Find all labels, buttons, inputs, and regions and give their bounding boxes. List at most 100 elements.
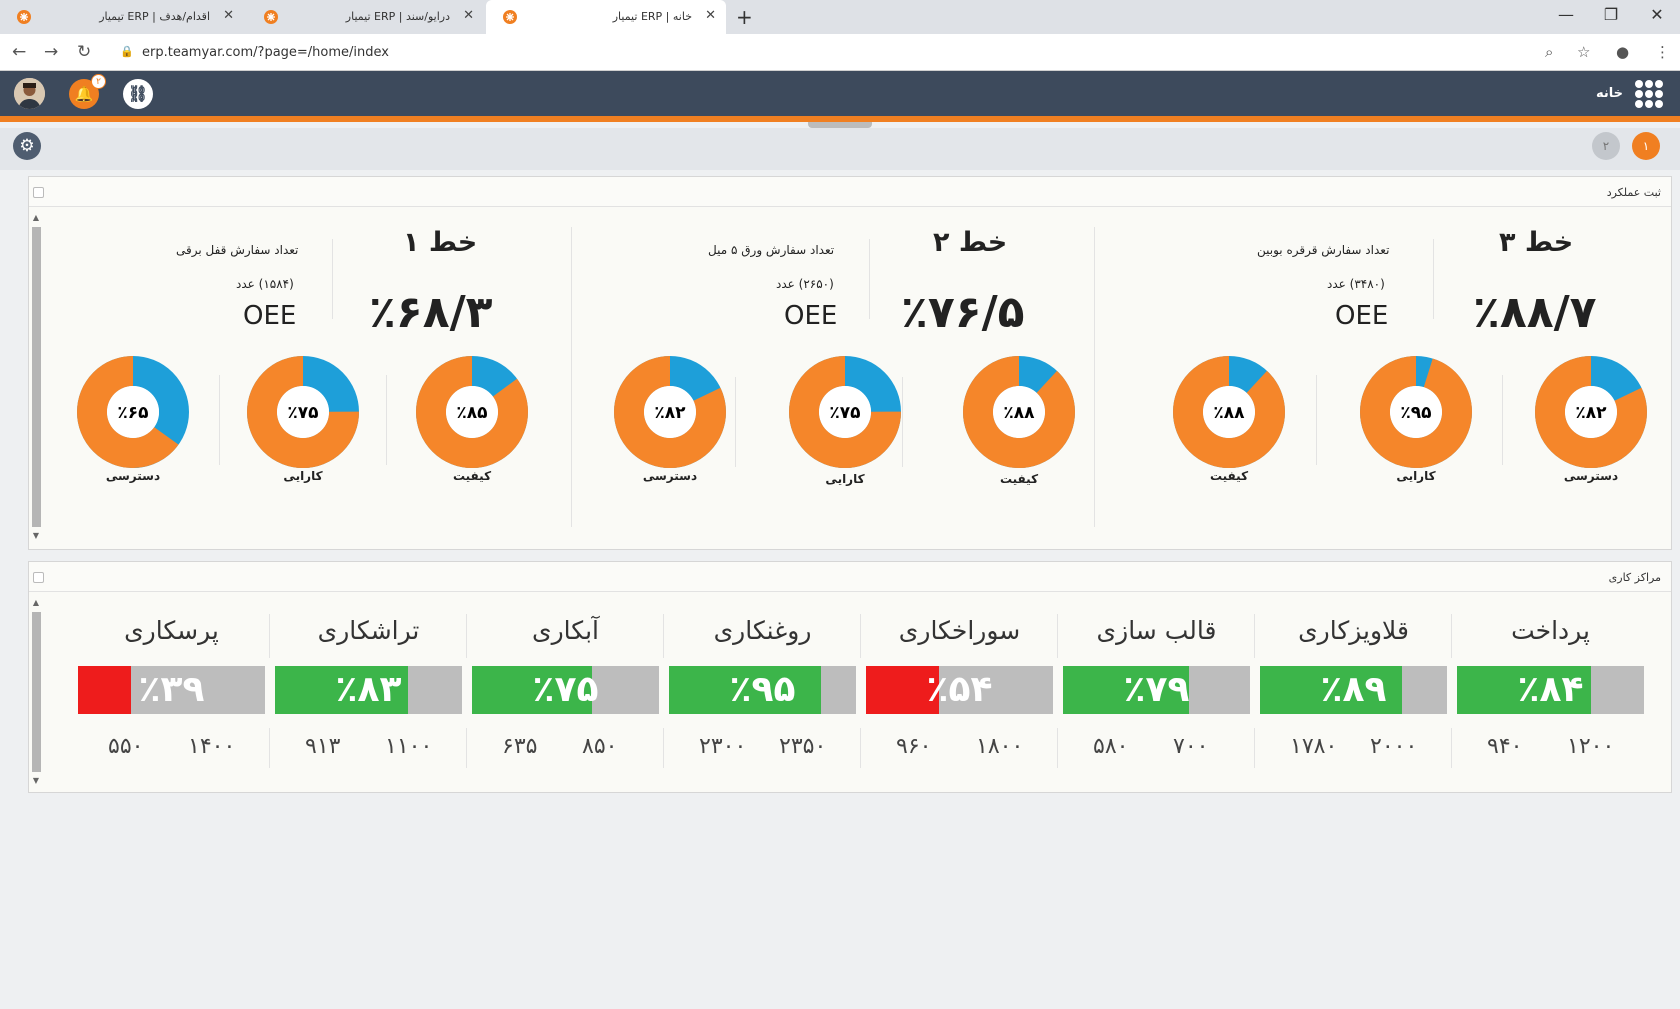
star-icon[interactable]: ☆ (1577, 43, 1590, 61)
work-center-actual: ۹۴۰ (1487, 734, 1523, 759)
work-center-progress-bar[interactable]: ٪۸۳ (275, 666, 462, 714)
work-center-progress-bar[interactable]: ٪۵۴ (866, 666, 1053, 714)
line-title: خط ۳ (1499, 227, 1574, 258)
divider (1057, 614, 1058, 658)
tab-title: درایو/سند | ERP تیمیار (345, 10, 450, 23)
work-center-target: ۱۲۰۰ (1567, 734, 1615, 759)
work-center-progress-bar[interactable]: ٪۳۹ (78, 666, 265, 714)
donut-value-label: ٪۶۵ (117, 403, 148, 423)
back-arrow-icon[interactable]: ← (12, 42, 26, 62)
browser-tab[interactable]: درایو/سند | ERP تیمیار ✕ (247, 0, 484, 34)
divider (571, 227, 572, 527)
scroll-down-arrow-icon[interactable]: ▼ (30, 531, 42, 540)
gear-icon[interactable]: ⚙ (13, 132, 41, 160)
dashboard-page-1-button[interactable]: ۱ (1632, 132, 1660, 160)
work-center-name: قلاویزکاری (1298, 616, 1409, 645)
work-center-target: ۲۰۰۰ (1370, 734, 1418, 759)
scrollbar[interactable]: ▲ ▼ (30, 213, 42, 543)
close-window-button[interactable]: ✕ (1642, 5, 1672, 24)
order-label: تعداد سفارش ورق ۵ میل (708, 243, 835, 257)
panel-select-checkbox[interactable] (33, 572, 44, 583)
work-center-actual: ۵۸۰ (1093, 734, 1129, 759)
donut-chart: ٪۷۵ (789, 356, 901, 468)
restore-button[interactable]: ❐ (1596, 5, 1626, 24)
work-center-name: پرسکاری (124, 616, 219, 645)
divider (1254, 728, 1255, 768)
work-center-progress-bar[interactable]: ٪۹۵ (669, 666, 856, 714)
donut-value-label: ٪۸۸ (1003, 403, 1035, 423)
divider (1451, 728, 1452, 768)
oee-label: OEE (1335, 301, 1389, 331)
donut-metric-label: کیفیت (999, 472, 1039, 486)
work-center-actual: ۹۶۰ (896, 734, 932, 759)
oee-label: OEE (243, 301, 297, 331)
lock-icon: 🔒 (120, 45, 134, 58)
order-count: (۲۶۵۰) عدد (776, 277, 834, 291)
donut-metric-label: کارایی (825, 472, 865, 486)
scroll-thumb[interactable] (32, 227, 41, 527)
zoom-icon[interactable]: ⌕ (1545, 43, 1553, 61)
donut-metric-label: کیفیت (452, 469, 492, 483)
home-label[interactable]: خانه (1596, 86, 1623, 101)
work-center-progress-bar[interactable]: ٪۷۹ (1063, 666, 1250, 714)
donut-metric-label: دسترسی (1563, 469, 1619, 483)
reload-icon[interactable]: ↻ (77, 42, 91, 62)
work-centers-panel: مراکز کاری ▲ ▼ پرداخت ٪۸۴ ۱۲۰۰ ۹۴۰ قلاویزکار… (28, 561, 1672, 793)
donut-metric-label: کارایی (1396, 469, 1436, 483)
work-center-progress-bar[interactable]: ٪۸۴ (1457, 666, 1644, 714)
work-center-percent: ٪۷۵ (532, 669, 599, 710)
scroll-down-arrow-icon[interactable]: ▼ (30, 776, 42, 785)
forward-arrow-icon[interactable]: → (44, 42, 58, 62)
close-tab-icon[interactable]: ✕ (705, 8, 716, 23)
work-center-name: آبکاری (532, 616, 599, 645)
browser-tab-active[interactable]: خانه | ERP تیمیار ✕ (486, 0, 726, 34)
profile-icon[interactable]: ● (1616, 43, 1629, 61)
donut-metric-label: دسترسی (642, 469, 698, 483)
divider (1057, 728, 1058, 768)
panel-select-checkbox[interactable] (33, 187, 44, 198)
donut-chart: ٪۸۸ (1173, 356, 1285, 468)
tab-title: خانه | ERP تیمیار (612, 10, 692, 23)
teamyar-logo-icon (503, 10, 517, 24)
donut-value-label: ٪۷۵ (287, 403, 318, 423)
work-center-progress-bar[interactable]: ٪۸۹ (1260, 666, 1447, 714)
line-title: خط ۲ (933, 227, 1008, 258)
browser-tab[interactable]: اقدام/هدف | ERP تیمیار ✕ (0, 0, 244, 34)
divider (1316, 375, 1317, 465)
scroll-thumb[interactable] (32, 612, 41, 772)
scroll-up-arrow-icon[interactable]: ▲ (30, 598, 42, 607)
divider (466, 728, 467, 768)
donut-value-label: ٪۷۵ (829, 403, 860, 423)
menu-dots-icon[interactable]: ⋮ (1655, 43, 1670, 61)
divider (386, 375, 387, 465)
divider (902, 377, 903, 467)
close-tab-icon[interactable]: ✕ (223, 8, 234, 23)
minimize-button[interactable]: — (1551, 5, 1581, 24)
divider (1502, 375, 1503, 465)
order-label: تعداد سفارش قفل برقی (176, 243, 299, 257)
new-tab-button[interactable]: + (736, 5, 753, 29)
divider (869, 239, 870, 319)
divider (1451, 614, 1452, 658)
scroll-up-arrow-icon[interactable]: ▲ (30, 213, 42, 222)
work-center-actual: ۹۱۳ (305, 734, 341, 759)
donut-chart: ٪۸۲ (614, 356, 726, 468)
close-tab-icon[interactable]: ✕ (463, 8, 474, 23)
dashboard-page-2-button[interactable]: ۲ (1592, 132, 1620, 160)
divider (466, 614, 467, 658)
work-center-target: ۱۸۰۰ (976, 734, 1024, 759)
work-center-percent: ٪۷۹ (1123, 669, 1190, 710)
scrollbar[interactable]: ▲ ▼ (30, 598, 42, 788)
line-oee-value: ٪۸۸/۷ (1473, 287, 1597, 338)
work-center-actual: ۵۵۰ (108, 734, 144, 759)
donut-value-label: ٪۹۵ (1400, 403, 1431, 423)
url-field[interactable]: 🔒 erp.teamyar.com/?page=/home/index (112, 40, 1582, 66)
work-center-progress-bar[interactable]: ٪۷۵ (472, 666, 659, 714)
divider (1254, 614, 1255, 658)
notification-badge: ۲ (91, 74, 106, 89)
apps-grid-icon[interactable] (1635, 80, 1663, 108)
donut-value-label: ٪۸۲ (654, 403, 686, 423)
donut-metric-label: کارایی (283, 469, 323, 483)
avatar[interactable] (14, 78, 45, 109)
link-icon[interactable]: ⛓ (123, 79, 153, 109)
